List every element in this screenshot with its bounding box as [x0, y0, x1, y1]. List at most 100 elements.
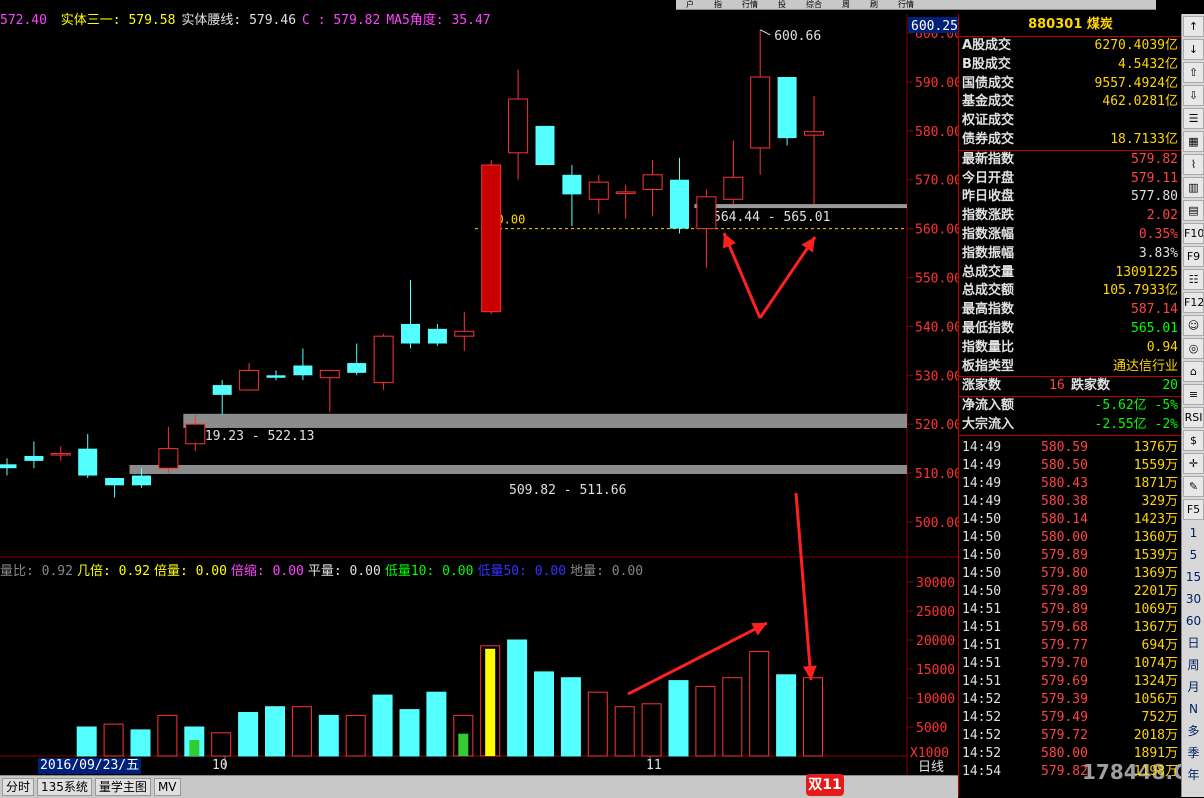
panel-row-value: 587.14: [1131, 302, 1178, 318]
panel-row-value: -5.62亿 -5%: [1094, 398, 1178, 414]
panel-row: 板指类型 通达信行业: [959, 358, 1182, 377]
tick-price: 579.49: [1041, 709, 1088, 725]
bottom-tab[interactable]: MV: [153, 778, 181, 796]
toolbar-button[interactable]: ▤: [1183, 200, 1204, 221]
toolbar-button[interactable]: ⌇: [1183, 154, 1204, 175]
toolbar-button[interactable]: F10: [1183, 223, 1204, 244]
toolbar-button[interactable]: ▦: [1183, 131, 1204, 152]
toolbar-button[interactable]: ⇧: [1183, 62, 1204, 83]
tick-list: 14:49 580.59 1376万 14:49 580.50 1559万 14:49 580…: [959, 434, 1182, 781]
volume-bar: [641, 703, 662, 757]
panel-row-value: 0.94: [1146, 339, 1178, 355]
volume-bar-highlight: [485, 648, 496, 756]
toolbar-button[interactable]: ↑: [1183, 16, 1204, 37]
toolbar-button[interactable]: 30: [1182, 588, 1204, 610]
toolbar-button[interactable]: ⇩: [1183, 85, 1204, 106]
volume-bar: [157, 714, 178, 757]
volume-indicator-label: 地量:: [570, 564, 612, 579]
toolbar-button[interactable]: ▥: [1183, 177, 1204, 198]
candle-body: [373, 335, 394, 384]
toolbar-button[interactable]: 月: [1182, 676, 1204, 698]
toolbar-button[interactable]: ≡: [1183, 384, 1204, 405]
tick-volume: 1559万: [1133, 457, 1178, 473]
candle-body: [562, 174, 582, 195]
panel-row: 指数振幅 3.83%: [959, 245, 1182, 264]
volume-indicator-label: 低量10:: [384, 564, 443, 579]
toolbar-button[interactable]: ☺: [1183, 315, 1204, 336]
tick-volume: 2018万: [1133, 727, 1178, 743]
tick-price: 580.38: [1041, 493, 1088, 509]
bottom-tab[interactable]: 量学主图: [94, 778, 151, 796]
volume-indicator: 平量: 0.00: [308, 564, 381, 579]
day-label[interactable]: 日线: [918, 756, 944, 775]
annotation-arrow: [794, 492, 817, 681]
panel-row-label: 国债成交: [962, 75, 1015, 91]
toolbar-button[interactable]: F5: [1183, 499, 1204, 520]
toolbar-button[interactable]: F9: [1183, 246, 1204, 267]
toolbar-button[interactable]: 日: [1182, 632, 1204, 654]
volume-bar: [211, 732, 232, 757]
volume-bar: [749, 651, 770, 757]
toolbar-button[interactable]: 多: [1182, 720, 1204, 742]
volume-indicator: 低量50: 0.00: [477, 564, 566, 579]
volume-tick-label: 20000: [916, 634, 955, 649]
volume-bar: [318, 714, 339, 757]
volume-indicator: 倍缩: 0.00: [231, 564, 304, 579]
x-label-10: 10: [212, 758, 228, 773]
right-toolbar: ↑ ↓ ⇧ ⇩ ☰ ▦ ⌇ ▥ ▤ F10 F9 ☷ F12 ☺ ◎ ⌂ ≡ RSI $ ✛ ✎ F5 1 5 15 30 60 日周…: [1181, 14, 1204, 797]
tick-price: 579.89: [1041, 547, 1088, 563]
panel-row-label: 昨日收盘: [962, 189, 1015, 205]
toolbar-button[interactable]: $: [1183, 430, 1204, 451]
date-box: 2016/09/23/五: [38, 758, 142, 774]
toolbar-button[interactable]: ☰: [1183, 108, 1204, 129]
tick-time: 14:49: [962, 493, 1002, 509]
toolbar-button[interactable]: F12: [1183, 292, 1204, 313]
toolbar-button[interactable]: N: [1182, 698, 1204, 720]
toolbar-button[interactable]: 5: [1182, 544, 1204, 566]
volume-bar: [614, 706, 635, 757]
toolbar-button[interactable]: ◎: [1183, 338, 1204, 359]
price-tick-label: 540.00: [915, 320, 958, 335]
tick-volume: 1324万: [1133, 673, 1178, 689]
toolbar-button[interactable]: ↓: [1183, 39, 1204, 60]
toolbar-button[interactable]: ✛: [1183, 453, 1204, 474]
panel-row: 指数涨跌 2.02: [959, 207, 1182, 226]
panel-row: 今日开盘 579.11: [959, 170, 1182, 189]
toolbar-button[interactable]: ✎: [1183, 476, 1204, 497]
panel-row-value: 6270.4039亿: [1094, 38, 1178, 53]
candle-body: [804, 131, 824, 136]
peak-label: 600.66: [774, 29, 821, 44]
panel-row-value: 105.7933亿: [1102, 283, 1178, 299]
bottom-tab[interactable]: 135系统: [37, 778, 92, 796]
panel-row-value: 565.01: [1131, 320, 1178, 336]
toolbar-button[interactable]: 60: [1182, 610, 1204, 632]
panel-row: 权证成交: [959, 112, 1182, 131]
toolbar-button[interactable]: 季: [1182, 742, 1204, 764]
toolbar-button[interactable]: 15: [1182, 566, 1204, 588]
index-rows: 最新指数 579.82 今日开盘 579.11 昨日收盘 577.80 指数涨跌 2.02 指数…: [959, 149, 1182, 377]
price-tick-label: 500.00: [915, 516, 958, 531]
toolbar-button[interactable]: 1: [1182, 522, 1204, 544]
volume-bar: [76, 726, 97, 757]
rise-fall-row: 涨家数 16 跌家数 20: [959, 376, 1182, 396]
tick-volume: 1891万: [1133, 745, 1178, 761]
panel-row-value: 579.11: [1131, 170, 1178, 186]
toolbar-button[interactable]: 周: [1182, 654, 1204, 676]
bottom-tab[interactable]: 分时: [2, 778, 35, 796]
toolbar-button[interactable]: ⌂: [1183, 361, 1204, 382]
tick-volume: 694万: [1141, 637, 1178, 653]
tick-volume: 1376万: [1133, 439, 1178, 455]
toolbar-button[interactable]: ☷: [1183, 269, 1204, 290]
candle-body: [535, 125, 555, 166]
tick-price: 579.72: [1041, 727, 1088, 743]
toolbar-button[interactable]: RSI: [1183, 407, 1204, 428]
tick-row: 14:50 579.80 1369万: [959, 565, 1182, 583]
panel-row-label: 总成交量: [962, 264, 1015, 280]
volume-bar: [587, 691, 608, 757]
panel-row: B股成交 4.5432亿: [959, 56, 1182, 75]
tick-time: 14:51: [962, 655, 1002, 671]
double11-badge[interactable]: 双11: [806, 774, 844, 796]
volume-indicator-label: 量比:: [0, 564, 42, 579]
toolbar-button[interactable]: 年: [1182, 764, 1204, 786]
panel-row-label: 指数量比: [962, 339, 1015, 355]
